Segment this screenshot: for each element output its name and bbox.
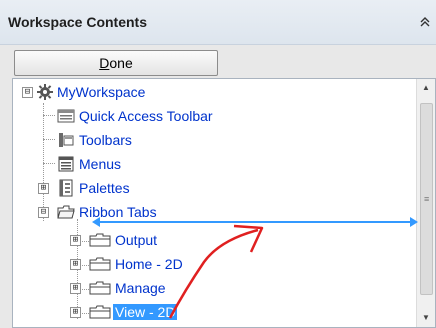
tree-node-label: Home - 2D xyxy=(115,256,183,272)
tree-node-label-selected: View - 2D xyxy=(113,304,178,320)
toolbars-icon xyxy=(57,131,75,149)
tree-node-label: Manage xyxy=(115,280,166,296)
scroll-up-arrow-icon[interactable]: ▲ xyxy=(417,79,435,97)
panel-title: Workspace Contents xyxy=(8,14,147,30)
tree-node-output[interactable]: ⊞ Output xyxy=(13,229,413,251)
tree-node-home-2d[interactable]: ⊞ Home - 2D xyxy=(13,253,413,275)
panel-header: Workspace Contents xyxy=(0,0,436,45)
double-chevron-up-icon[interactable] xyxy=(418,16,432,30)
ribbon-tab-icon xyxy=(89,255,111,273)
ribbon-tab-icon xyxy=(89,279,111,297)
grip-icon: ≡ xyxy=(424,194,430,204)
tree-node-palettes[interactable]: ⊞ Palettes xyxy=(13,177,413,199)
collapse-toggle[interactable]: ⊟ xyxy=(22,87,33,98)
palettes-icon xyxy=(57,179,75,197)
tree-node-label: Toolbars xyxy=(79,132,132,148)
workspace-contents-panel: Workspace Contents Done ⊟ MyWorkspace Qu… xyxy=(0,0,436,328)
tree-node-label: Quick Access Toolbar xyxy=(79,108,213,124)
expand-toggle[interactable]: ⊞ xyxy=(70,259,81,270)
workspace-tree[interactable]: ⊟ MyWorkspace Quick Access Toolbar Toolb… xyxy=(12,78,436,328)
ribbon-tab-icon xyxy=(89,231,111,249)
tree-node-label: Output xyxy=(115,232,158,248)
vertical-scrollbar[interactable]: ▲ ≡ ▼ xyxy=(416,79,435,327)
tree-node-ribbon-tabs[interactable]: ⊟ Ribbon Tabs xyxy=(13,201,413,223)
scroll-down-arrow-icon[interactable]: ▼ xyxy=(417,309,435,327)
gear-icon xyxy=(36,83,54,101)
done-button-mnemonic: D xyxy=(99,55,110,71)
done-button[interactable]: Done xyxy=(14,50,218,76)
tree-node-view-2d[interactable]: ⊞ View - 2D xyxy=(13,301,413,323)
ribbon-tab-icon xyxy=(89,303,111,321)
menus-icon xyxy=(57,155,75,173)
expand-toggle[interactable]: ⊞ xyxy=(70,235,81,246)
expand-toggle[interactable]: ⊞ xyxy=(70,283,81,294)
tree-node-manage[interactable]: ⊞ Manage xyxy=(13,277,413,299)
folder-open-icon xyxy=(57,203,75,221)
tree-node-label: Menus xyxy=(79,156,122,172)
tree-node-label: MyWorkspace xyxy=(57,84,146,100)
collapse-toggle[interactable]: ⊟ xyxy=(38,207,49,218)
tree-node-label: Ribbon Tabs xyxy=(79,204,157,220)
tree-node-quick-access-toolbar[interactable]: Quick Access Toolbar xyxy=(13,105,413,127)
toolbar-icon xyxy=(57,107,75,125)
tree-node-myworkspace[interactable]: ⊟ MyWorkspace xyxy=(13,81,413,103)
expand-toggle[interactable]: ⊞ xyxy=(38,183,49,194)
tree-node-label: Palettes xyxy=(79,180,130,196)
scrollbar-thumb[interactable]: ≡ xyxy=(420,103,433,295)
tree-node-toolbars[interactable]: Toolbars xyxy=(13,129,413,151)
tree-node-menus[interactable]: Menus xyxy=(13,153,413,175)
expand-toggle[interactable]: ⊞ xyxy=(70,307,81,318)
done-button-label: one xyxy=(109,55,133,71)
